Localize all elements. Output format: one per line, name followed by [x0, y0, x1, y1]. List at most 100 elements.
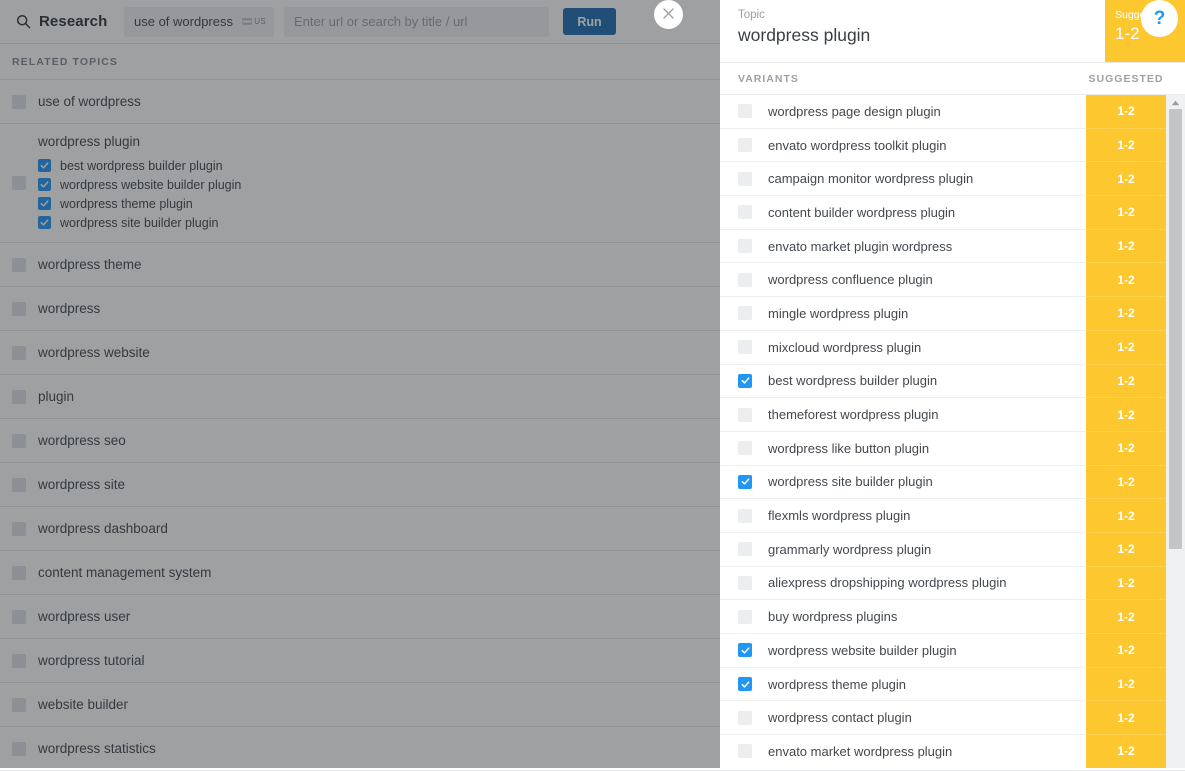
question-mark-icon: ? — [1153, 7, 1166, 29]
variant-row[interactable]: best wordpress builder plugin 1-2 — [720, 364, 1185, 399]
variant-label: grammarly wordpress plugin — [768, 541, 932, 557]
variant-label: campaign monitor wordpress plugin — [768, 171, 974, 187]
variant-label: content builder wordpress plugin — [768, 204, 956, 220]
close-modal-button[interactable] — [654, 0, 683, 29]
variant-row-main[interactable]: wordpress like button plugin — [720, 432, 1086, 465]
variant-suggested-cell: 1-2 — [1086, 128, 1166, 163]
variant-label: best wordpress builder plugin — [768, 373, 938, 389]
variant-row-main[interactable]: aliexpress dropshipping wordpress plugin — [720, 567, 1086, 600]
variant-row-main[interactable]: wordpress page design plugin — [720, 95, 1086, 128]
variant-label: wordpress site builder plugin — [768, 474, 933, 490]
variant-checkbox[interactable] — [738, 474, 752, 489]
variant-suggested-cell: 1-2 — [1086, 735, 1166, 768]
panel-topic-title: wordpress plugin — [738, 25, 871, 45]
variant-row-main[interactable]: wordpress site builder plugin — [720, 466, 1086, 499]
variant-row[interactable]: wordpress like button plugin 1-2 — [720, 431, 1185, 466]
variant-label: aliexpress dropshipping wordpress plugin — [768, 575, 1007, 591]
variant-checkbox[interactable] — [738, 508, 752, 523]
variant-checkbox[interactable] — [738, 609, 752, 624]
column-header-suggested: SUGGESTED — [1088, 72, 1164, 85]
variant-label: themeforest wordpress plugin — [768, 407, 939, 423]
variant-checkbox[interactable] — [738, 710, 752, 725]
variant-checkbox[interactable] — [738, 441, 752, 456]
variant-row-main[interactable]: themeforest wordpress plugin — [720, 398, 1086, 431]
variant-row[interactable]: aliexpress dropshipping wordpress plugin… — [720, 566, 1185, 601]
variant-row-main[interactable]: mingle wordpress plugin — [720, 297, 1086, 330]
variant-row[interactable]: wordpress theme plugin 1-2 — [720, 667, 1185, 702]
variant-row[interactable]: flexmls wordpress plugin 1-2 — [720, 499, 1185, 533]
variant-row-main[interactable]: wordpress confluence plugin — [720, 263, 1086, 296]
variant-row[interactable]: mingle wordpress plugin 1-2 — [720, 297, 1185, 331]
variant-row-main[interactable]: envato wordpress toolkit plugin — [720, 129, 1086, 162]
variant-checkbox[interactable] — [738, 542, 752, 557]
variant-row[interactable]: campaign monitor wordpress plugin 1-2 — [720, 162, 1185, 197]
check-icon — [741, 377, 749, 384]
variants-list: wordpress page design plugin 1-2 envato wo… — [720, 95, 1185, 768]
variant-row-main[interactable]: grammarly wordpress plugin — [720, 533, 1086, 566]
variant-suggested-cell: 1-2 — [1086, 499, 1166, 533]
variant-suggested-cell: 1-2 — [1086, 667, 1166, 702]
variant-row[interactable]: buy wordpress plugins 1-2 — [720, 600, 1185, 634]
check-icon — [741, 680, 749, 688]
close-icon — [663, 7, 674, 22]
variant-checkbox[interactable] — [738, 138, 752, 153]
variant-label: flexmls wordpress plugin — [768, 508, 911, 524]
variant-row-main[interactable]: envato market wordpress plugin — [720, 735, 1086, 768]
variant-checkbox[interactable] — [738, 643, 752, 658]
variant-row-main[interactable]: wordpress theme plugin — [720, 668, 1086, 701]
variant-row[interactable]: envato market wordpress plugin 1-2 — [720, 735, 1185, 768]
variant-row-main[interactable]: mixcloud wordpress plugin — [720, 331, 1086, 364]
help-button[interactable]: ? — [1141, 0, 1178, 37]
variant-checkbox[interactable] — [738, 575, 752, 590]
scrollbar-thumb[interactable] — [1169, 109, 1182, 549]
variants-scrollbar[interactable] — [1166, 95, 1185, 768]
scrollbar-up-button[interactable] — [1166, 95, 1185, 109]
variant-label: buy wordpress plugins — [768, 609, 898, 625]
variant-checkbox[interactable] — [738, 306, 752, 321]
variant-checkbox[interactable] — [738, 744, 752, 759]
variant-label: mingle wordpress plugin — [768, 305, 909, 321]
variant-row-main[interactable]: wordpress website builder plugin — [720, 634, 1086, 667]
variant-checkbox[interactable] — [738, 205, 752, 220]
panel-topic-kicker: Topic — [738, 9, 765, 21]
variant-row[interactable]: wordpress website builder plugin 1-2 — [720, 634, 1185, 668]
variant-label: wordpress website builder plugin — [768, 642, 957, 658]
variant-checkbox[interactable] — [738, 677, 752, 692]
variant-row[interactable]: themeforest wordpress plugin 1-2 — [720, 398, 1185, 432]
variant-checkbox[interactable] — [738, 272, 752, 287]
variant-checkbox[interactable] — [738, 239, 752, 254]
variant-label: wordpress theme plugin — [768, 676, 907, 692]
variant-suggested-cell: 1-2 — [1086, 566, 1166, 601]
variant-suggested-cell: 1-2 — [1086, 229, 1166, 264]
variant-row-main[interactable]: wordpress contact plugin — [720, 701, 1086, 734]
variant-row[interactable]: wordpress page design plugin 1-2 — [720, 95, 1185, 129]
variant-row[interactable]: wordpress confluence plugin 1-2 — [720, 263, 1185, 298]
variant-row[interactable]: envato wordpress toolkit plugin 1-2 — [720, 128, 1185, 163]
variant-suggested-cell: 1-2 — [1086, 634, 1166, 668]
variant-row[interactable]: grammarly wordpress plugin 1-2 — [720, 532, 1185, 567]
variant-checkbox[interactable] — [738, 407, 752, 422]
column-header-variants: VARIANTS — [738, 72, 799, 85]
variant-row[interactable]: content builder wordpress plugin 1-2 — [720, 196, 1185, 230]
variant-label: wordpress page design plugin — [768, 103, 941, 119]
variant-checkbox[interactable] — [738, 104, 752, 119]
variant-row[interactable]: wordpress contact plugin 1-2 — [720, 701, 1185, 736]
variant-suggested-cell: 1-2 — [1086, 162, 1166, 197]
variant-label: wordpress like button plugin — [768, 440, 930, 456]
variant-suggested-cell: 1-2 — [1086, 431, 1166, 466]
variant-row-main[interactable]: flexmls wordpress plugin — [720, 499, 1086, 532]
variant-row[interactable]: mixcloud wordpress plugin 1-2 — [720, 330, 1185, 365]
variant-row-main[interactable]: content builder wordpress plugin — [720, 196, 1086, 229]
variant-checkbox[interactable] — [738, 171, 752, 186]
variant-suggested-cell: 1-2 — [1086, 196, 1166, 230]
variant-suggested-cell: 1-2 — [1086, 263, 1166, 298]
variant-row-main[interactable]: best wordpress builder plugin — [720, 365, 1086, 398]
variant-row-main[interactable]: buy wordpress plugins — [720, 600, 1086, 633]
variant-row[interactable]: wordpress site builder plugin 1-2 — [720, 465, 1185, 500]
variant-row-main[interactable]: campaign monitor wordpress plugin — [720, 162, 1086, 195]
variant-row-main[interactable]: envato market plugin wordpress — [720, 230, 1086, 263]
variant-row[interactable]: envato market plugin wordpress 1-2 — [720, 229, 1185, 264]
variant-checkbox[interactable] — [738, 340, 752, 355]
variant-checkbox[interactable] — [738, 373, 752, 388]
variant-suggested-cell: 1-2 — [1086, 95, 1166, 129]
